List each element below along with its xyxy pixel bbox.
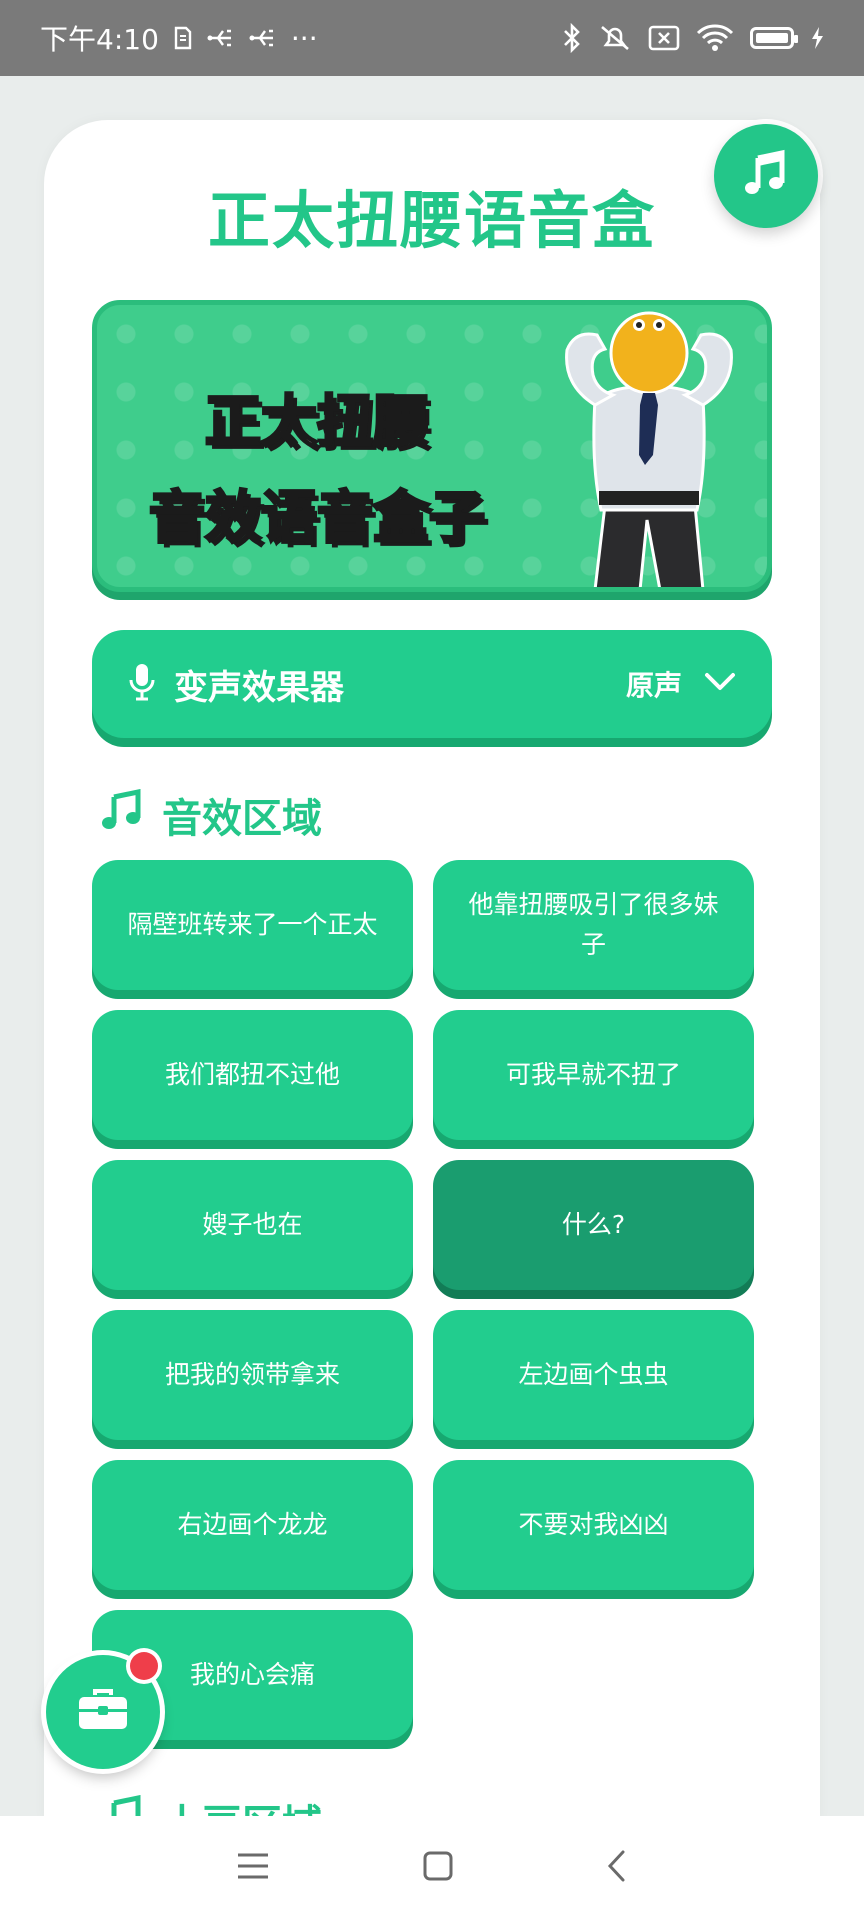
sound-button[interactable]: 我们都扭不过他: [92, 1010, 413, 1140]
voice-changer-selector[interactable]: 变声效果器 原声: [92, 630, 772, 738]
sound-button[interactable]: 左边画个虫虫: [433, 1310, 754, 1440]
battery-icon: [750, 27, 798, 49]
home-icon[interactable]: [422, 1850, 454, 1886]
wifi-icon: [696, 23, 734, 53]
sound-button[interactable]: 右边画个龙龙: [92, 1460, 413, 1590]
music-note-icon: [740, 148, 792, 204]
music-button[interactable]: [714, 124, 818, 228]
charging-icon: [810, 26, 824, 50]
banner-line-2: 音效语音盒子: [148, 485, 487, 553]
voice-changer-label: 变声效果器: [174, 667, 344, 708]
mute-icon: [598, 23, 632, 53]
sim-icon: [173, 26, 193, 50]
system-navigation-bar: [0, 1816, 864, 1920]
sound-button[interactable]: 隔壁班转来了一个正太: [92, 860, 413, 990]
voice-changer-value: 原声: [625, 669, 682, 702]
bluetooth-icon: [562, 23, 582, 53]
usb-icon: [207, 27, 235, 49]
notification-badge: [130, 1652, 158, 1680]
sound-section-title: 音效区域: [162, 796, 322, 842]
back-icon[interactable]: [606, 1849, 628, 1887]
mascot-image: [565, 311, 733, 587]
music-note-icon: [100, 788, 144, 841]
toolbox-icon: [76, 1687, 130, 1737]
status-bar: 下午4:10 ···: [0, 0, 864, 76]
sound-button[interactable]: 把我的领带拿来: [92, 1310, 413, 1440]
sound-button-active[interactable]: 什么?: [433, 1160, 754, 1290]
microphone-icon: [128, 662, 156, 706]
sound-button[interactable]: 嫂子也在: [92, 1160, 413, 1290]
chevron-down-icon: [704, 672, 736, 696]
usb-icon-2: [249, 27, 277, 49]
sound-button[interactable]: 他靠扭腰吸引了很多妹子: [433, 860, 754, 990]
status-time: 下午4:10: [40, 23, 159, 56]
menu-icon[interactable]: [236, 1851, 270, 1885]
banner-line-1: 正太扭腰: [204, 389, 431, 457]
sound-section-header: 音效区域: [100, 786, 322, 844]
sound-button[interactable]: 可我早就不扭了: [433, 1010, 754, 1140]
banner[interactable]: 正太扭腰 音效语音盒子: [92, 300, 772, 592]
more-notifications: ···: [290, 21, 318, 55]
sound-button-grid: 隔壁班转来了一个正太 他靠扭腰吸引了很多妹子 我们都扭不过他 可我早就不扭了 嫂…: [92, 860, 754, 1740]
sound-button[interactable]: 不要对我凶凶: [433, 1460, 754, 1590]
no-sim-icon: [648, 24, 680, 52]
